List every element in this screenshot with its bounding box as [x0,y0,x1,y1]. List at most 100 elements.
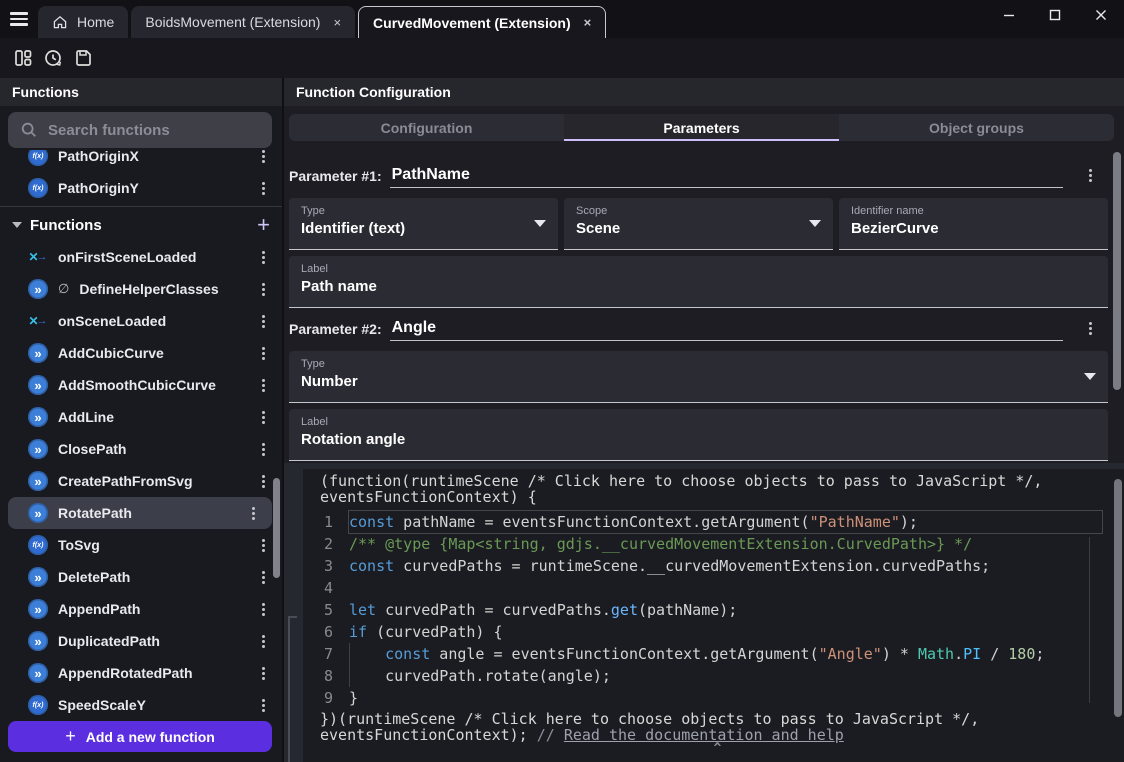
sidebar-item-rotatepath[interactable]: »RotatePath [8,497,272,529]
js-event-epilogue[interactable]: })(runtimeScene /* Click here to choose … [303,711,1124,743]
parameter-name-input[interactable]: Angle [390,319,1063,341]
code-line-8[interactable]: 8 curvedPath.rotate(angle); [303,665,1124,687]
sidebar-item-duplicatedpath[interactable]: »DuplicatedPath [0,625,282,657]
documentation-link[interactable]: Read the documentation and help [564,726,844,744]
sidebar-item-createpathfromsvg[interactable]: »CreatePathFromSvg [0,465,282,497]
parameter-1-identifier-field[interactable]: Identifier name BezierCurve [839,198,1108,250]
version-history-button[interactable] [38,43,68,73]
js-event-prologue[interactable]: (function(runtimeScene /* Click here to … [303,469,1124,505]
sidebar-item-addline[interactable]: »AddLine [0,401,282,433]
sidebar-item-addsmoothcubiccurve[interactable]: »AddSmoothCubicCurve [0,369,282,401]
code-line-7[interactable]: 7 const angle = eventsFunctionContext.ge… [303,643,1124,665]
add-new-function-button[interactable]: + Add a new function [8,721,272,752]
function-menu-button[interactable] [244,504,262,522]
line-number: 2 [303,533,349,555]
maximize-button[interactable] [1032,0,1078,30]
function-menu-button[interactable] [254,568,272,586]
sidebar-item-appendrotatedpath[interactable]: »AppendRotatedPath [0,657,282,689]
minimize-button[interactable] [986,0,1032,30]
function-menu-button[interactable] [254,536,272,554]
config-title-label: Function Configuration [296,84,451,100]
add-function-plus-icon[interactable]: + [257,214,270,236]
sidebar-item-pathoriginx[interactable]: f(x)PathOriginX [0,150,282,172]
sidebar-item-appendpath[interactable]: »AppendPath [0,593,282,625]
action-function-icon: » [28,503,48,523]
sidebar-item-definehelperclasses[interactable]: »∅DefineHelperClasses [0,273,282,305]
collapse-caret[interactable]: ^ [714,741,722,756]
search-functions-input[interactable]: Search functions [8,112,272,148]
function-menu-button[interactable] [254,696,272,714]
save-button[interactable] [68,43,98,73]
function-menu-button[interactable] [254,440,272,458]
sidebar-item-speedscaley[interactable]: f(x)SpeedScaleY [0,689,282,721]
parameter-1-type-field[interactable]: Type Identifier (text) [289,198,558,250]
code-line-1[interactable]: 1const pathName = eventsFunctionContext.… [303,511,1124,533]
functions-section-header[interactable]: Functions + [0,209,282,241]
parameter-2-label-field[interactable]: Label Rotation angle [289,409,1108,461]
parameter-1-label-field[interactable]: Label Path name [289,256,1108,308]
config-tab-object-groups[interactable]: Object groups [839,114,1114,141]
parameter-menu-button[interactable] [1081,166,1099,184]
config-tab-parameters[interactable]: Parameters [564,114,839,141]
home-icon [52,14,68,30]
function-menu-button[interactable] [254,664,272,682]
sidebar-item-onsceneloaded[interactable]: ✕→onSceneLoaded [0,305,282,337]
code-line-9[interactable]: 9} [303,687,1124,709]
functions-sidebar: Functions Search functions f(x)PathOrigi… [0,78,282,762]
code-line-3[interactable]: 3const curvedPaths = runtimeScene.__curv… [303,555,1124,577]
field-value: Path name [301,278,1096,295]
javascript-code-editor[interactable]: (function(runtimeScene /* Click here to … [303,469,1124,762]
close-tab-icon[interactable]: × [584,15,592,30]
code-line-4[interactable]: 4 [303,577,1124,599]
tab-curvedmovement[interactable]: CurvedMovement (Extension) × [358,6,606,38]
save-icon [73,48,93,68]
field-value: Identifier (text) [301,220,546,237]
line-number: 5 [303,599,349,621]
function-menu-button[interactable] [254,179,272,197]
hamburger-icon [10,9,28,28]
parameter-2-type-field[interactable]: Type Number [289,351,1108,403]
function-menu-button[interactable] [254,312,272,330]
tab-boidsmovement[interactable]: BoidsMovement (Extension) × [131,6,355,38]
event-selection-bracket [288,616,297,762]
sidebar-item-deletepath[interactable]: »DeletePath [0,561,282,593]
close-window-button[interactable] [1078,0,1124,30]
function-menu-button[interactable] [254,344,272,362]
function-configuration-panel: Function Configuration ConfigurationPara… [284,78,1124,463]
sidebar-item-addcubiccurve[interactable]: »AddCubicCurve [0,337,282,369]
line-number: 1 [303,511,349,533]
function-menu-button[interactable] [254,248,272,266]
function-menu-button[interactable] [254,408,272,426]
tab-home[interactable]: Home [38,6,128,38]
code-line-2[interactable]: 2/** @type {Map<string, gdjs.__curvedMov… [303,533,1124,555]
function-menu-button[interactable] [254,632,272,650]
sidebar-item-tosvg[interactable]: f(x)ToSvg [0,529,282,561]
sidebar-item-closepath[interactable]: »ClosePath [0,433,282,465]
config-scrollbar[interactable] [1113,152,1121,390]
parameter-name-input[interactable]: PathName [390,166,1063,188]
sidebar-scrollbar[interactable] [273,478,280,578]
field-label: Label [301,416,1096,428]
history-clock-icon [43,48,63,68]
function-menu-button[interactable] [254,600,272,618]
function-menu-button[interactable] [254,376,272,394]
parameter-menu-button[interactable] [1081,319,1099,337]
sidebar-item-pathoriginy[interactable]: f(x)PathOriginY [0,172,282,204]
function-menu-button[interactable] [254,472,272,490]
function-menu-button[interactable] [254,150,272,165]
collapse-caret-icon[interactable] [12,222,22,228]
sidebar-item-onfirstsceneloaded[interactable]: ✕→onFirstSceneLoaded [0,241,282,273]
code-scrollbar[interactable] [1114,479,1122,717]
main-menu-button[interactable] [0,0,38,38]
project-manager-button[interactable] [8,43,38,73]
close-tab-icon[interactable]: × [333,15,341,30]
parameter-1-scope-field[interactable]: Scope Scene [564,198,833,250]
list-divider [0,206,282,207]
code-line-6[interactable]: 6if (curvedPath) { [303,621,1124,643]
field-value: Number [301,373,1096,390]
code-line-5[interactable]: 5let curvedPath = curvedPaths.get(pathNa… [303,599,1124,621]
function-menu-button[interactable] [254,280,272,298]
config-tab-configuration[interactable]: Configuration [289,114,564,141]
field-label: Type [301,205,546,217]
expression-function-icon: f(x) [28,150,48,166]
